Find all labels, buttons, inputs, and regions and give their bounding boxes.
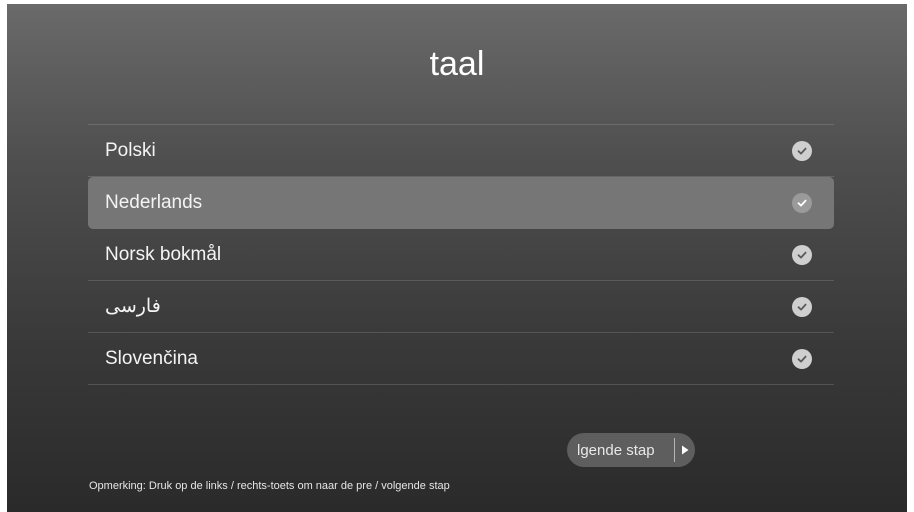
- language-item-farsi[interactable]: فارسی: [88, 281, 834, 333]
- next-step-button[interactable]: lgende stap: [567, 433, 695, 467]
- language-label: Norsk bokmål: [105, 243, 222, 265]
- play-arrow-icon: [675, 445, 695, 455]
- checkmark-circle-icon: [792, 348, 812, 369]
- language-label: Polski: [105, 139, 156, 161]
- language-item-nederlands[interactable]: Nederlands: [88, 177, 834, 229]
- language-label: Nederlands: [105, 191, 203, 213]
- language-item-slovencina[interactable]: Slovenčina: [88, 333, 834, 385]
- language-item-norsk-bokmal[interactable]: Norsk bokmål: [88, 229, 834, 281]
- checkmark-circle-icon: [792, 140, 812, 161]
- language-item-polski[interactable]: Polski: [88, 125, 834, 177]
- language-setup-screen: taal Polski Nederlands Norsk bokmål فارس…: [7, 4, 907, 512]
- navigation-hint: Opmerking: Druk op de links / rechts-toe…: [89, 480, 450, 492]
- language-label: Slovenčina: [105, 347, 198, 369]
- checkmark-circle-icon: [792, 244, 812, 265]
- next-step-label: lgende stap: [577, 441, 655, 459]
- checkmark-circle-icon: [792, 192, 812, 213]
- page-title: taal: [429, 45, 485, 83]
- checkmark-circle-icon: [792, 296, 812, 317]
- language-list: Polski Nederlands Norsk bokmål فارسی Slo: [88, 124, 834, 385]
- language-label: فارسی: [105, 296, 161, 317]
